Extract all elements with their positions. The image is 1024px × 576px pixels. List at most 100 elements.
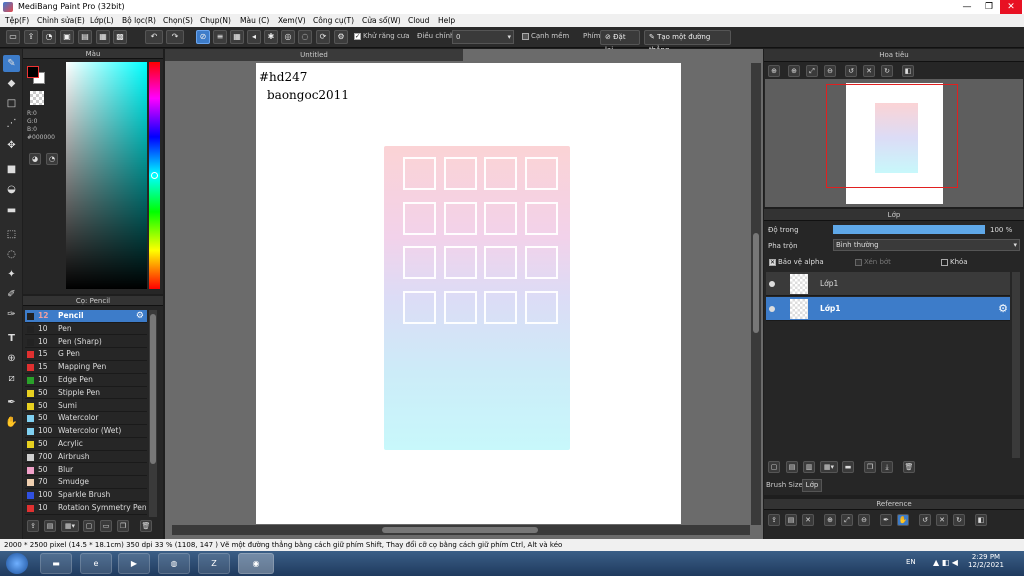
- operation-tool-icon[interactable]: ⊕: [3, 350, 20, 367]
- menu-window[interactable]: Cửa sổ(W): [362, 14, 401, 27]
- menu-layer[interactable]: Lớp(L): [90, 14, 114, 27]
- select-tool-icon[interactable]: ⬚: [3, 226, 20, 243]
- brush-item[interactable]: 70 Smudge: [25, 476, 147, 489]
- minimize-button[interactable]: —: [956, 0, 978, 14]
- brush-add-icon[interactable]: ▦▾: [61, 520, 79, 532]
- nav-zoom-in2-icon[interactable]: ⊕: [788, 65, 800, 77]
- brush-settings-icon[interactable]: ⚙: [136, 310, 144, 322]
- brush-item[interactable]: 10 Pen (Sharp): [25, 336, 147, 349]
- brush-item[interactable]: 50 Watercolor: [25, 412, 147, 425]
- layer-row[interactable]: Lớp1 ⚙: [766, 297, 1010, 321]
- menu-file[interactable]: Tệp(F): [5, 14, 29, 27]
- clock[interactable]: 2:29 PM 12/2/2021: [966, 553, 1006, 569]
- taskbar-zalo-icon[interactable]: Z: [198, 553, 230, 574]
- start-button[interactable]: [6, 553, 28, 574]
- bucket-tool-icon[interactable]: ◒: [3, 181, 20, 198]
- menu-capture[interactable]: Chụp(N): [200, 14, 231, 27]
- ref-close-icon[interactable]: ✕: [802, 514, 814, 526]
- reset-button[interactable]: ⊘ Đặt lại: [600, 30, 640, 54]
- ref-zoom-out-icon[interactable]: ⊖: [858, 514, 870, 526]
- transparent-swatch[interactable]: [30, 91, 44, 105]
- snap-rotate-icon[interactable]: ⟳: [316, 30, 330, 44]
- close-button[interactable]: ✕: [1000, 0, 1022, 14]
- clipping-checkbox[interactable]: Xén bớt: [855, 258, 891, 266]
- nav-rotate-left-icon[interactable]: ↺: [845, 65, 857, 77]
- nav-reset-icon[interactable]: ✕: [863, 65, 875, 77]
- new-file-icon[interactable]: ▭: [6, 30, 20, 44]
- brush-folder2-icon[interactable]: ▭: [100, 520, 112, 532]
- open-cloud-icon[interactable]: ⇪: [24, 30, 38, 44]
- brush-scrollbar[interactable]: [149, 310, 157, 517]
- canvas-tab[interactable]: Untitled: [165, 49, 463, 61]
- layer-new-icon[interactable]: ▢: [768, 461, 780, 473]
- layer-delete-icon[interactable]: 🗑: [903, 461, 915, 473]
- undo-icon[interactable]: ↶: [145, 30, 163, 44]
- layer-add-menu-icon[interactable]: ▦▾: [820, 461, 838, 473]
- primary-color-swatch[interactable]: [27, 66, 39, 78]
- brush-item[interactable]: 10 Pen: [25, 323, 147, 336]
- tray-icons[interactable]: ▲ ◧ ◀: [933, 558, 958, 567]
- nav-flip-icon[interactable]: ◧: [902, 65, 914, 77]
- lasso-tool-icon[interactable]: ◌: [3, 246, 20, 263]
- menu-tools[interactable]: Công cụ(T): [313, 14, 354, 27]
- canvas-vscroll-thumb[interactable]: [753, 233, 759, 333]
- nav-zoom-in-icon[interactable]: ⊕: [768, 65, 780, 77]
- grid-icon[interactable]: ▩: [113, 30, 127, 44]
- protect-alpha-checkbox[interactable]: ✕ Bảo vệ alpha: [769, 258, 824, 266]
- text-tool-icon[interactable]: T: [3, 330, 20, 347]
- dot-tool-icon[interactable]: ⋰: [3, 115, 20, 132]
- ref-zoom-in-icon[interactable]: ⊕: [824, 514, 836, 526]
- brush-item[interactable]: 50 Sumi: [25, 400, 147, 413]
- menu-edit[interactable]: Chỉnh sửa(E): [37, 14, 85, 27]
- brush-item[interactable]: 10 Rotation Symmetry Pen: [25, 502, 147, 515]
- saturation-value-picker[interactable]: [66, 62, 147, 289]
- menu-help[interactable]: Help: [438, 14, 455, 27]
- brush-tool-icon[interactable]: ✎: [3, 55, 20, 72]
- brush-item[interactable]: 15 Mapping Pen: [25, 361, 147, 374]
- layer-new-halftone-icon[interactable]: ▤: [786, 461, 798, 473]
- brush-copy-icon[interactable]: ▢: [83, 520, 95, 532]
- eyedropper-tool-icon[interactable]: ✒: [3, 394, 20, 411]
- brush-delete-icon[interactable]: 🗑: [140, 520, 152, 532]
- eraser-tool-icon[interactable]: ◆: [3, 75, 20, 92]
- menu-view[interactable]: Xem(V): [278, 14, 306, 27]
- taskbar-chrome-icon[interactable]: ◉: [238, 553, 274, 574]
- menu-filter[interactable]: Bộ lọc(R): [122, 14, 156, 27]
- fill-rect-tool-icon[interactable]: ■: [3, 161, 20, 178]
- lock-checkbox[interactable]: Khóa: [941, 258, 968, 266]
- nav-zoom-out-icon[interactable]: ⊖: [824, 65, 836, 77]
- ref-eyedropper-icon[interactable]: ✒: [880, 514, 892, 526]
- taskbar-browser-icon[interactable]: ◍: [158, 553, 190, 574]
- layer-merge-icon[interactable]: ⤓: [881, 461, 893, 473]
- ref-cloud-icon[interactable]: ⇪: [768, 514, 780, 526]
- ref-reset-icon[interactable]: ✕: [936, 514, 948, 526]
- ref-flip-icon[interactable]: ◧: [975, 514, 987, 526]
- brush-item[interactable]: 12 Pencil ⚙: [25, 310, 147, 323]
- menu-select[interactable]: Chọn(S): [163, 14, 193, 27]
- brush-item[interactable]: 700 Airbrush: [25, 451, 147, 464]
- snap-off-icon[interactable]: ⊘: [196, 30, 210, 44]
- straight-line-button[interactable]: ✎ Tạo một đường thẳng: [644, 30, 731, 54]
- nav-rotate-right-icon[interactable]: ↻: [881, 65, 893, 77]
- ref-rotate-right-icon[interactable]: ↻: [953, 514, 965, 526]
- blend-mode-select[interactable]: Bình thường ▾: [833, 239, 1020, 251]
- snap-vanish-icon[interactable]: ◂: [247, 30, 261, 44]
- brush-item[interactable]: 50 Acrylic: [25, 438, 147, 451]
- shape-tool-icon[interactable]: □: [3, 95, 20, 112]
- tab-layer[interactable]: Lớp: [802, 479, 822, 492]
- snap-circle-icon[interactable]: ◎: [281, 30, 295, 44]
- brush-item[interactable]: 10 Edge Pen: [25, 374, 147, 387]
- nav-fit-icon[interactable]: ⤢: [806, 65, 818, 77]
- brush-item[interactable]: 100 Watercolor (Wet): [25, 425, 147, 438]
- layer-settings-icon[interactable]: ⚙: [998, 297, 1008, 321]
- move-tool-icon[interactable]: ✥: [3, 137, 20, 154]
- tab-brush-size[interactable]: Brush Size: [766, 481, 803, 489]
- layer-duplicate-icon[interactable]: ❐: [864, 461, 876, 473]
- brush-folder-icon[interactable]: ▤: [44, 520, 56, 532]
- taskbar-media-icon[interactable]: ▶: [118, 553, 150, 574]
- hue-handle[interactable]: [151, 172, 158, 179]
- snap-curve-icon[interactable]: ◌: [298, 30, 312, 44]
- layer-scrollbar[interactable]: [1012, 272, 1020, 458]
- brush-item[interactable]: 50 Stipple Pen: [25, 387, 147, 400]
- layer-folder-icon[interactable]: ▬: [842, 461, 854, 473]
